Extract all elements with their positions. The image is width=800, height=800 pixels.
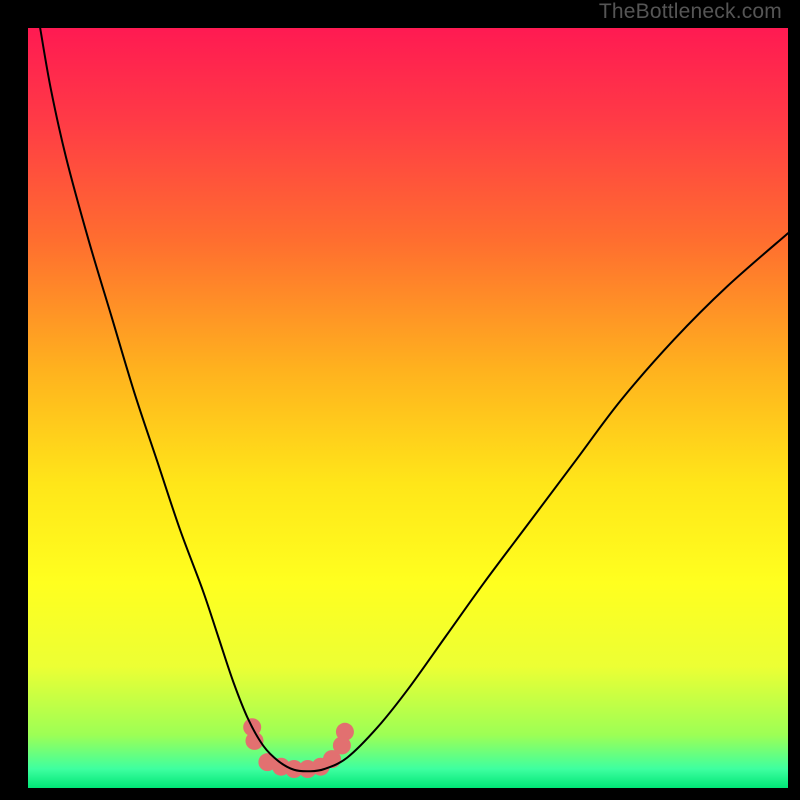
plot-background (28, 28, 788, 788)
fit-marker (336, 723, 354, 741)
watermark-text: TheBottleneck.com (599, 0, 782, 24)
chart-svg (0, 0, 800, 800)
chart-container: TheBottleneck.com (0, 0, 800, 800)
